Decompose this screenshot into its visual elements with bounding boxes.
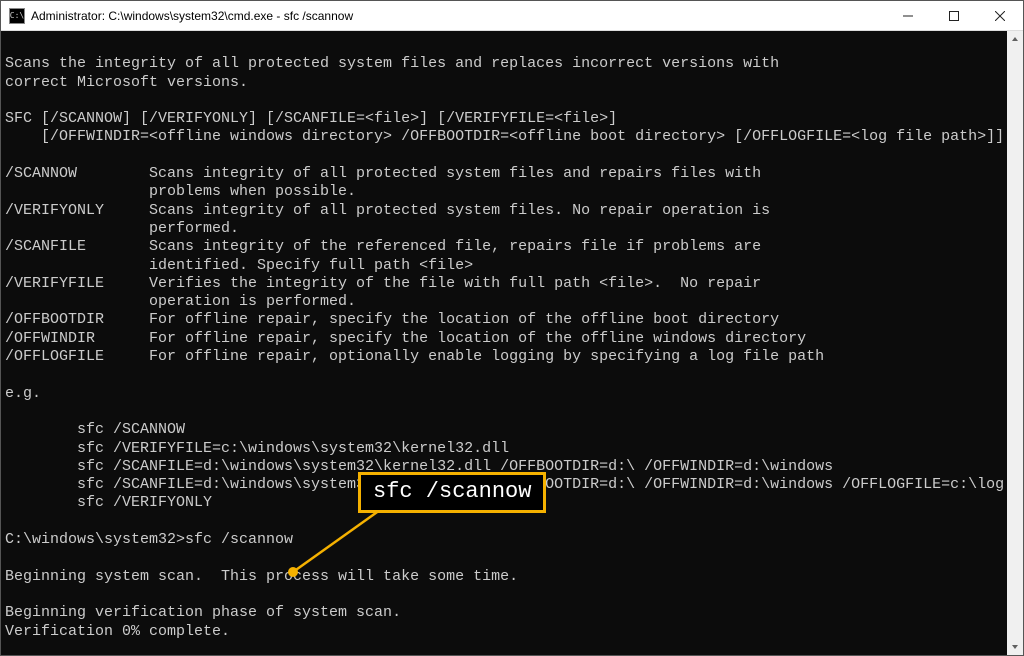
scroll-down-icon[interactable] bbox=[1007, 639, 1023, 655]
terminal-area: Scans the integrity of all protected sys… bbox=[1, 31, 1023, 655]
vertical-scrollbar[interactable] bbox=[1007, 31, 1023, 655]
cmd-icon: C:\ bbox=[9, 8, 25, 24]
titlebar[interactable]: C:\ Administrator: C:\windows\system32\c… bbox=[1, 1, 1023, 31]
window-title: Administrator: C:\windows\system32\cmd.e… bbox=[31, 9, 885, 23]
scrollbar-track[interactable] bbox=[1007, 47, 1023, 639]
terminal[interactable]: Scans the integrity of all protected sys… bbox=[1, 31, 1007, 655]
minimize-button[interactable] bbox=[885, 1, 931, 30]
callout-text: sfc /scannow bbox=[373, 479, 531, 504]
close-button[interactable] bbox=[977, 1, 1023, 30]
callout-box: sfc /scannow bbox=[358, 472, 546, 513]
window-controls bbox=[885, 1, 1023, 30]
maximize-button[interactable] bbox=[931, 1, 977, 30]
scroll-up-icon[interactable] bbox=[1007, 31, 1023, 47]
terminal-output: Scans the integrity of all protected sys… bbox=[5, 37, 1003, 641]
cmd-window: C:\ Administrator: C:\windows\system32\c… bbox=[0, 0, 1024, 656]
